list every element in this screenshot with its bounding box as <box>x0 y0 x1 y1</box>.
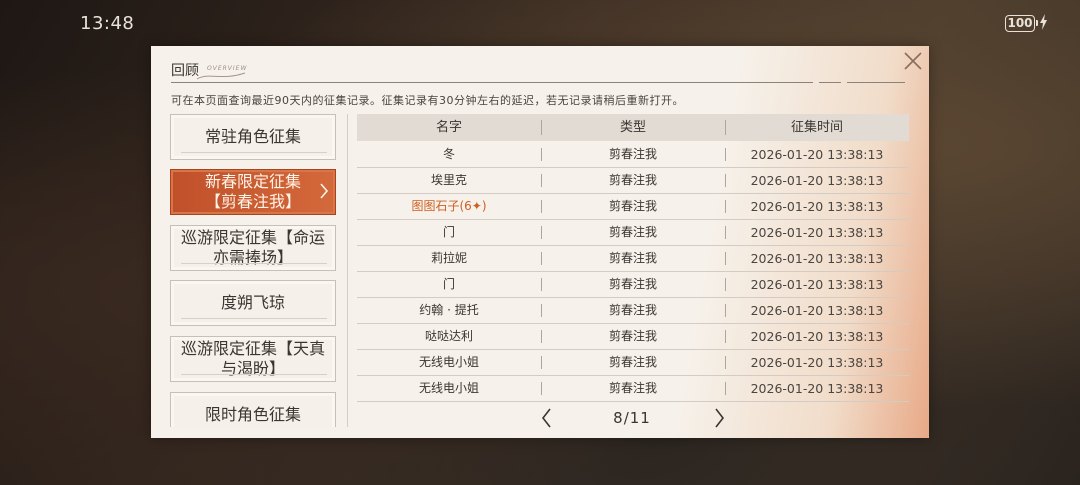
history-dialog: 回顾 OVERVIEW 可在本页面查询最近90天内的征集记录。征集记录有30分钟… <box>151 46 929 438</box>
category-item-spring-limited[interactable]: 新春限定征集【剪春注我】 <box>170 169 336 215</box>
cell-type: 剪春注我 <box>608 303 657 317</box>
cell-time: 2026-01-20 13:38:13 <box>750 173 884 188</box>
table-row: 门 剪春注我 2026-01-20 13:38:13 <box>357 220 909 246</box>
cell-time: 2026-01-20 13:38:13 <box>750 355 884 370</box>
cell-type: 剪春注我 <box>608 277 657 291</box>
category-item-timed[interactable]: 限时角色征集 <box>170 392 336 427</box>
cell-type: 剪春注我 <box>608 225 657 239</box>
cell-time: 2026-01-20 13:38:13 <box>750 147 884 162</box>
category-label: 限时角色征集 <box>204 405 301 424</box>
table-row: 门 剪春注我 2026-01-20 13:38:13 <box>357 272 909 298</box>
cell-name: 约翰 · 提托 <box>419 303 479 317</box>
cell-type: 剪春注我 <box>608 355 657 369</box>
table-row: 无线电小姐 剪春注我 2026-01-20 13:38:13 <box>357 350 909 376</box>
table-row: 无线电小姐 剪春注我 2026-01-20 13:38:13 <box>357 376 909 402</box>
table-row: 图图石子(6✦) 剪春注我 2026-01-20 13:38:13 <box>357 194 909 220</box>
cell-time: 2026-01-20 13:38:13 <box>750 277 884 292</box>
category-item-standard[interactable]: 常驻角色征集 <box>170 114 336 160</box>
cell-time: 2026-01-20 13:38:13 <box>750 199 884 214</box>
cell-time: 2026-01-20 13:38:13 <box>750 381 884 396</box>
cell-name: 门 <box>442 225 455 239</box>
cell-time: 2026-01-20 13:38:13 <box>750 329 884 344</box>
prev-page-button[interactable] <box>535 404 559 432</box>
cell-type: 剪春注我 <box>608 381 657 395</box>
title-underline-segment <box>819 82 841 83</box>
table-row: 冬 剪春注我 2026-01-20 13:38:13 <box>357 142 909 168</box>
title-swoosh-decoration <box>196 72 246 80</box>
category-label: 常驻角色征集 <box>204 127 301 146</box>
category-label: 巡游限定征集【天真与渴盼】 <box>180 339 325 378</box>
category-label: 新春限定征集【剪春注我】 <box>204 172 301 211</box>
battery-level: 100 <box>1007 16 1033 30</box>
cell-type: 剪春注我 <box>608 329 657 343</box>
cell-name: 冬 <box>442 147 455 161</box>
column-header-time: 征集时间 <box>790 120 843 135</box>
cell-name: 门 <box>442 277 455 291</box>
table-header: 名字 类型 征集时间 <box>357 114 909 141</box>
next-page-button[interactable] <box>707 404 731 432</box>
cell-type: 剪春注我 <box>608 251 657 265</box>
chevron-right-icon <box>715 408 725 428</box>
category-item-tour-naive[interactable]: 巡游限定征集【天真与渴盼】 <box>170 336 336 382</box>
table-row: 埃里克 剪春注我 2026-01-20 13:38:13 <box>357 168 909 194</box>
cell-name: 图图石子(6✦) <box>411 199 487 213</box>
cell-type: 剪春注我 <box>608 147 657 161</box>
notice-text: 可在本页面查询最近90天内的征集记录。征集记录有30分钟左右的延迟，若无记录请稍… <box>171 94 684 107</box>
table-row: 约翰 · 提托 剪春注我 2026-01-20 13:38:13 <box>357 298 909 324</box>
cell-name: 哒哒达利 <box>424 329 473 343</box>
cell-name: 莉拉妮 <box>430 251 467 265</box>
cell-name: 无线电小姐 <box>418 355 479 369</box>
category-label: 巡游限定征集【命运亦需捧场】 <box>180 228 325 267</box>
close-button[interactable] <box>902 50 924 72</box>
category-list[interactable]: 常驻角色征集 新春限定征集【剪春注我】 巡游限定征集【命运亦需捧场】 度朔飞琼 … <box>169 114 337 427</box>
category-item-tour-fate[interactable]: 巡游限定征集【命运亦需捧场】 <box>170 225 336 271</box>
cell-name: 埃里克 <box>430 173 467 187</box>
charging-icon <box>1039 14 1048 34</box>
vertical-divider <box>347 114 348 427</box>
cell-type: 剪春注我 <box>608 173 657 187</box>
battery-icon: 100 <box>1005 15 1038 32</box>
column-header-name: 名字 <box>435 120 462 135</box>
title-underline <box>171 82 813 83</box>
table-row: 哒哒达利 剪春注我 2026-01-20 13:38:13 <box>357 324 909 350</box>
cell-name: 无线电小姐 <box>418 381 479 395</box>
table-row: 莉拉妮 剪春注我 2026-01-20 13:38:13 <box>357 246 909 272</box>
cell-time: 2026-01-20 13:38:13 <box>750 251 884 266</box>
status-clock: 13:48 <box>80 13 135 34</box>
page-indicator: 8/11 <box>613 409 651 427</box>
chevron-right-icon <box>319 182 329 205</box>
category-label: 度朔飞琼 <box>220 293 285 312</box>
title-underline-segment <box>847 82 905 83</box>
category-item-dushuo[interactable]: 度朔飞琼 <box>170 280 336 326</box>
cell-time: 2026-01-20 13:38:13 <box>750 303 884 318</box>
cell-time: 2026-01-20 13:38:13 <box>750 225 884 240</box>
cell-type: 剪春注我 <box>608 199 657 213</box>
pagination: 8/11 <box>357 401 909 434</box>
chevron-left-icon <box>541 408 551 428</box>
status-bar: 13:48 100 <box>0 0 1080 46</box>
column-header-type: 类型 <box>619 120 646 135</box>
close-icon <box>904 52 922 70</box>
